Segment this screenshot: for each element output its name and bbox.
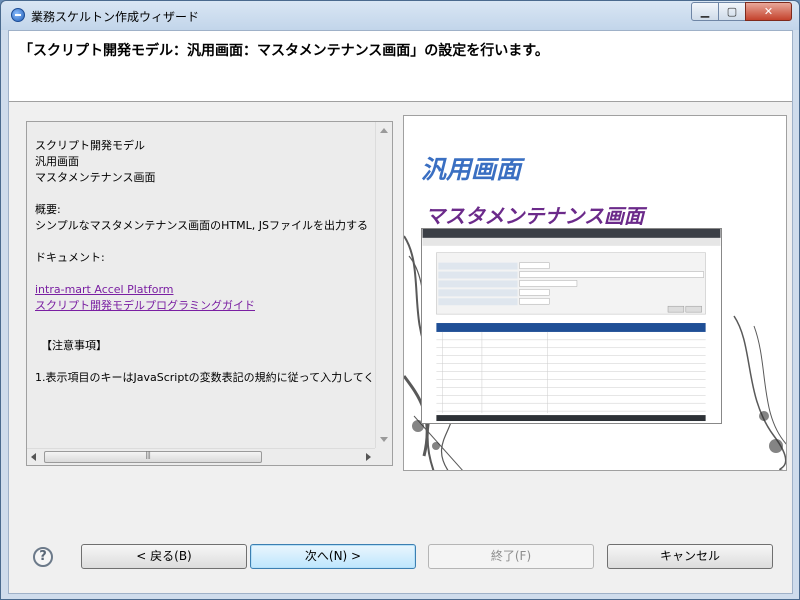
overview-text: シンプルなマスタメンテナンス画面のHTML, JSファイルを出力する bbox=[35, 219, 368, 232]
preview-title-master-maintenance: マスタメンテナンス画面 bbox=[425, 204, 644, 228]
notes-label: 【注意事項】 bbox=[41, 339, 107, 352]
notes-text: 1.表示項目のキーはJavaScriptの変数表記の規約に従って入力してく bbox=[35, 371, 375, 384]
close-button[interactable]: ✕ bbox=[745, 2, 792, 21]
scroll-corner bbox=[375, 448, 392, 465]
back-button[interactable]: < 戻る(B) bbox=[81, 544, 247, 569]
window-title: 業務スケルトン作成ウィザード bbox=[31, 10, 200, 24]
preview-panel: 汎用画面 マスタメンテナンス画面 bbox=[403, 115, 787, 471]
doc-link-accel-platform[interactable]: intra-mart Accel Platform bbox=[35, 283, 174, 296]
help-icon[interactable]: ? bbox=[33, 547, 53, 567]
preview-screenshot bbox=[421, 228, 722, 424]
scroll-thumb[interactable] bbox=[44, 450, 262, 463]
desc-line: マスタメンテナンス画面 bbox=[35, 171, 156, 184]
maximize-button[interactable]: ▢ bbox=[718, 2, 746, 21]
scroll-down-icon[interactable] bbox=[380, 437, 388, 442]
scroll-right-icon[interactable] bbox=[366, 453, 371, 461]
finish-button[interactable]: 終了(F) bbox=[428, 544, 594, 569]
horizontal-scrollbar[interactable] bbox=[27, 448, 375, 465]
wizard-body: 「スクリプト開発モデル：汎用画面：マスタメンテナンス画面」の設定を行います。 ス… bbox=[8, 30, 793, 594]
minimize-button[interactable]: ▁ bbox=[691, 2, 719, 21]
description-panel[interactable]: スクリプト開発モデル 汎用画面 マスタメンテナンス画面 概要: シンプルなマスタ… bbox=[26, 121, 393, 466]
doc-link-programming-guide[interactable]: スクリプト開発モデルプログラミングガイド bbox=[35, 299, 255, 312]
wizard-header: 「スクリプト開発モデル：汎用画面：マスタメンテナンス画面」の設定を行います。 bbox=[9, 31, 792, 102]
vertical-scrollbar[interactable] bbox=[375, 122, 392, 448]
page-title: 「スクリプト開発モデル：汎用画面：マスタメンテナンス画面」の設定を行います。 bbox=[19, 43, 549, 59]
desc-line: スクリプト開発モデル bbox=[35, 139, 145, 152]
document-label: ドキュメント: bbox=[35, 251, 105, 264]
overview-label: 概要: bbox=[35, 203, 61, 216]
description-text: スクリプト開発モデル 汎用画面 マスタメンテナンス画面 概要: シンプルなマスタ… bbox=[35, 138, 377, 443]
desc-line: 汎用画面 bbox=[35, 155, 79, 168]
wizard-button-bar: ? < 戻る(B) 次へ(N) > 終了(F) キャンセル bbox=[9, 538, 792, 578]
wizard-window: 業務スケルトン作成ウィザード ▁ ▢ ✕ 「スクリプト開発モデル：汎用画面：マス… bbox=[0, 0, 800, 600]
next-button[interactable]: 次へ(N) > bbox=[250, 544, 416, 569]
preview-title-generic-screen: 汎用画面 bbox=[421, 155, 522, 184]
cancel-button[interactable]: キャンセル bbox=[607, 544, 773, 569]
title-bar: 業務スケルトン作成ウィザード ▁ ▢ ✕ bbox=[1, 1, 799, 30]
app-icon bbox=[11, 8, 25, 22]
scroll-up-icon[interactable] bbox=[380, 128, 388, 133]
scroll-left-icon[interactable] bbox=[31, 453, 36, 461]
